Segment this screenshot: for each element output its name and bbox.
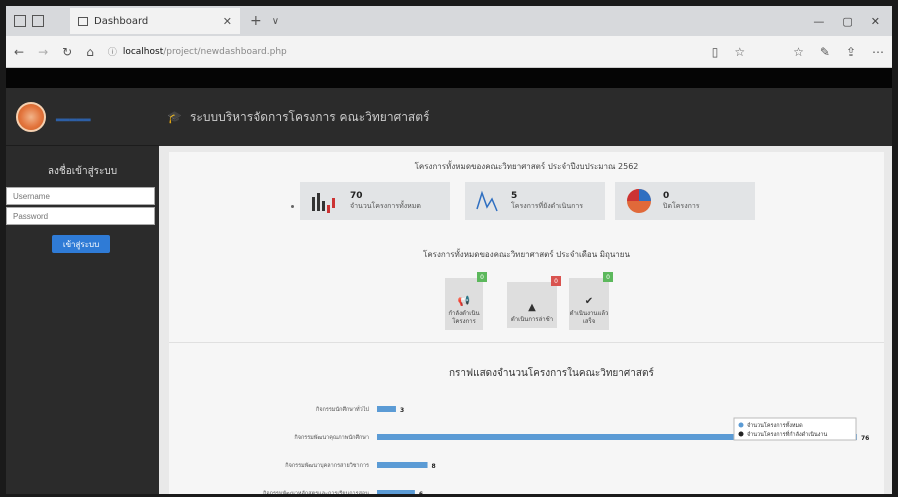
url-field[interactable]: ⓘ localhost/project/newdashboard.php	[107, 45, 698, 59]
category-label: กิจกรรมนักศึกษาทั่วไป	[315, 405, 369, 413]
favorites-icon[interactable]: ☆	[793, 45, 804, 59]
pie-chart-icon	[627, 189, 651, 213]
bullet-dot	[291, 205, 294, 208]
bar[interactable]	[377, 490, 415, 494]
page-title: ระบบบริหารจัดการโครงการ คณะวิทยาศาสตร์	[189, 109, 430, 124]
category-label: กิจกรรมพัฒนาคุณภาพนักศึกษา	[294, 434, 369, 441]
tab-actions	[6, 15, 66, 27]
info-icon: ⓘ	[107, 48, 117, 58]
home-icon[interactable]: ⌂	[86, 45, 94, 59]
megaphone-icon: 📢	[457, 296, 471, 307]
window-controls: — ▢ ✕	[813, 15, 892, 28]
password-input[interactable]	[6, 207, 155, 225]
check-icon: ✔	[584, 296, 594, 307]
back-icon[interactable]: ←	[14, 45, 24, 59]
close-button[interactable]: ✕	[871, 15, 880, 28]
status-label-line2: เสร็จ	[582, 318, 596, 325]
url-path: /project/newdashboard.php	[163, 46, 287, 57]
section-divider	[169, 342, 884, 343]
summary-title: โครงการทั้งหมดของคณะวิทยาศาสตร์ ประจำปีง…	[414, 162, 639, 171]
favorite-star-icon[interactable]: ☆	[734, 45, 745, 59]
status-label-line2: โครงการ	[452, 318, 476, 325]
bar[interactable]	[377, 462, 428, 468]
status-badge: 0	[551, 276, 561, 286]
legend-label: จำนวนโครงการที่กำลังดำเนินงาน	[747, 430, 827, 438]
status-badge: 0	[477, 272, 487, 282]
status-title: โครงการทั้งหมดของคณะวิทยาศาสตร์ ประจำเดื…	[423, 250, 630, 259]
chart-title: กราฟแสดงจำนวนโครงการในคณะวิทยาศาสตร์	[449, 368, 654, 379]
refresh-icon[interactable]: ↻	[62, 45, 72, 59]
stat-total-label: จำนวนโครงการทั้งหมด	[350, 201, 421, 210]
stat-closed-label: ปิดโครงการ	[663, 201, 700, 210]
dashboard-panel: โครงการทั้งหมดของคณะวิทยาศาสตร์ ประจำปีง…	[169, 152, 884, 494]
login-button[interactable]: เข้าสู่ระบบ	[52, 235, 110, 253]
url-host: localhost	[122, 46, 164, 57]
status-label: กำลังดำเนิน	[448, 310, 480, 317]
login-title: ลงชื่อเข้าสู่ระบบ	[47, 166, 118, 177]
tab-set-aside-icon[interactable]	[14, 15, 26, 27]
stat-closed: 0 ปิดโครงการ	[615, 182, 755, 220]
main-content: โครงการทั้งหมดของคณะวิทยาศาสตร์ ประจำปีง…	[159, 146, 892, 494]
legend-label: จำนวนโครงการทั้งหมด	[747, 421, 803, 429]
stat-active: 5 โครงการที่ยังดำเนินการ	[465, 182, 605, 220]
status-label: ดำเนินงานแล้ว	[569, 310, 609, 317]
tab-preview-icon[interactable]	[32, 15, 44, 27]
data-label: 8	[432, 463, 436, 470]
graduation-cap-icon: 🎓	[167, 110, 182, 124]
tab-close-icon[interactable]: ✕	[223, 15, 232, 28]
stat-total: 70 จำนวนโครงการทั้งหมด	[300, 182, 450, 220]
university-logo	[16, 101, 46, 132]
data-label: 3	[400, 407, 404, 414]
data-label: 6	[419, 491, 423, 494]
bar-chart: กิจกรรมนักศึกษาทั่วไป 3 กิจกรรมพัฒนาคุณภาพ…	[262, 405, 869, 494]
legend-marker	[738, 422, 744, 428]
bar[interactable]	[377, 406, 396, 412]
address-bar: ← → ↻ ⌂ ⓘ localhost/project/newdashboard…	[6, 36, 892, 68]
warning-icon: ▲	[528, 302, 536, 313]
browser-tab[interactable]: Dashboard ✕	[70, 8, 240, 34]
top-strip	[6, 68, 892, 88]
stat-closed-value: 0	[663, 190, 670, 201]
status-badge: 0	[603, 272, 613, 282]
logo-area: ▂▂▂▂▂	[6, 88, 159, 146]
tab-bar: Dashboard ✕ + ∨ — ▢ ✕	[6, 6, 892, 36]
more-icon[interactable]: ⋯	[872, 45, 884, 59]
category-label: กิจกรรมพัฒนาหลักสูตรและการเรียนการสอน	[262, 490, 369, 494]
page-header: 🎓 ระบบบริหารจัดการโครงการ คณะวิทยาศาสตร์	[159, 88, 892, 146]
tab-title: Dashboard	[94, 15, 149, 27]
stat-active-value: 5	[511, 190, 518, 201]
share-icon[interactable]: ⇪	[846, 45, 856, 59]
bar-chart-icon	[312, 193, 335, 213]
logo-link[interactable]: ▂▂▂▂▂	[56, 112, 91, 122]
pen-icon[interactable]: ✎	[820, 45, 830, 59]
reading-view-icon[interactable]: ▯	[712, 45, 719, 59]
username-input[interactable]	[6, 187, 155, 205]
sidebar: ▂▂▂▂▂ ลงชื่อเข้าสู่ระบบ เข้าสู่ระบบ	[6, 88, 159, 494]
legend-marker	[738, 431, 744, 437]
tab-list-chevron-icon[interactable]: ∨	[272, 16, 279, 27]
status-card-in-progress[interactable]: 0 📢 กำลังดำเนิน โครงการ	[445, 272, 487, 330]
minimize-button[interactable]: —	[813, 15, 824, 28]
data-label: 76	[861, 435, 869, 442]
page-icon	[78, 16, 88, 26]
forward-icon[interactable]: →	[38, 45, 48, 59]
status-label: ดำเนินการล่าช้า	[510, 316, 554, 323]
legend: จำนวนโครงการทั้งหมดจำนวนโครงการที่กำลังด…	[733, 417, 857, 441]
category-label: กิจกรรมพัฒนาบุคลากรสายวิชาการ	[285, 462, 369, 469]
status-card-delayed[interactable]: 0 ▲ ดำเนินการล่าช้า	[507, 276, 561, 328]
browser-toolbar: ▯ ☆ ☆ ✎ ⇪ ⋯	[712, 45, 884, 59]
stat-active-label: โครงการที่ยังดำเนินการ	[511, 201, 584, 210]
new-tab-button[interactable]: +	[250, 13, 262, 29]
browser-window: Dashboard ✕ + ∨ — ▢ ✕ ← → ↻ ⌂ ⓘ localhos…	[6, 6, 892, 494]
status-card-completed[interactable]: 0 ✔ ดำเนินงานแล้ว เสร็จ	[569, 272, 613, 330]
toolbar-spacer	[761, 45, 777, 59]
stat-total-value: 70	[350, 190, 363, 201]
maximize-button[interactable]: ▢	[842, 15, 852, 28]
line-chart-icon	[476, 190, 498, 212]
